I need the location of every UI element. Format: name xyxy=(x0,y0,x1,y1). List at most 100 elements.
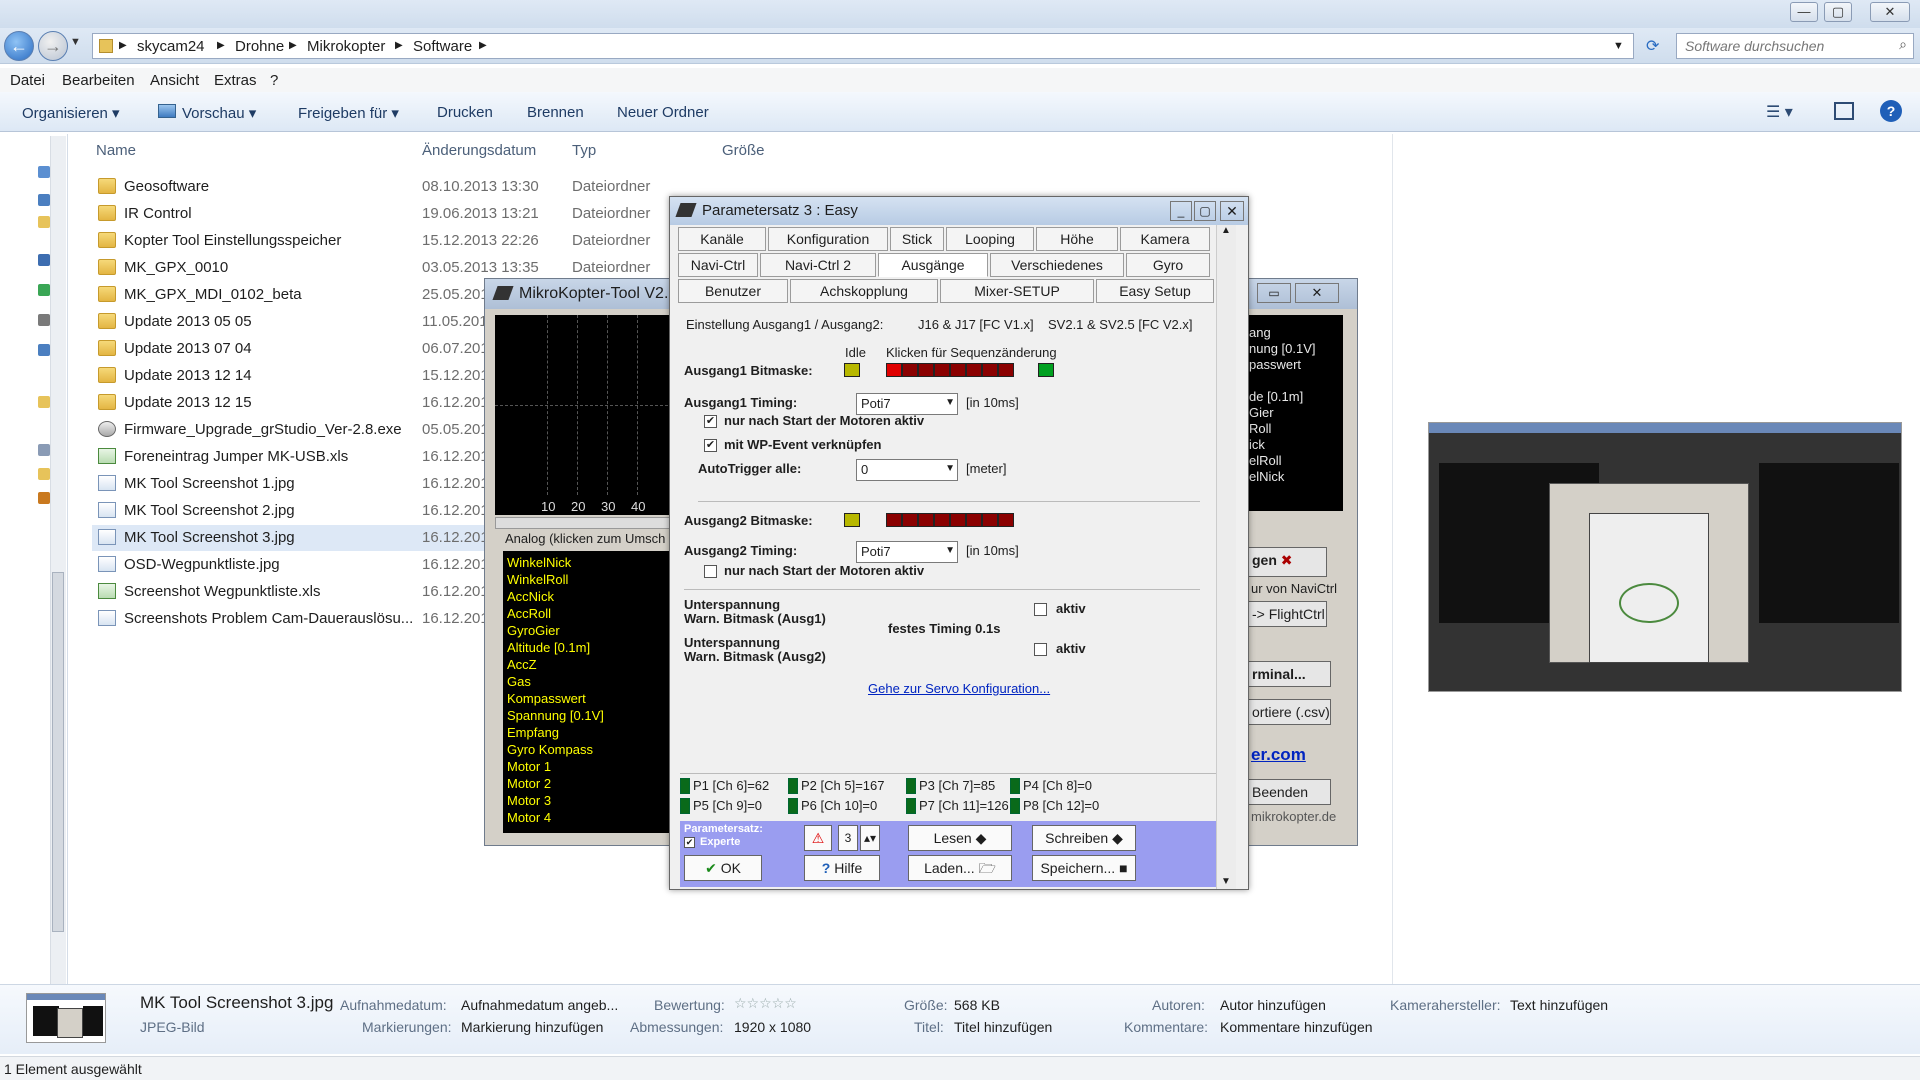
bit-led[interactable] xyxy=(918,363,934,377)
export-csv-button[interactable]: ortiere (.csv) xyxy=(1247,699,1331,725)
signal-item[interactable]: AccZ xyxy=(507,657,537,672)
nav-icon[interactable] xyxy=(38,492,50,504)
signal-item[interactable]: Roll xyxy=(1249,421,1271,436)
nav-icon[interactable] xyxy=(38,344,50,356)
minimize-button[interactable]: — xyxy=(1790,2,1818,22)
out2-bitmask[interactable] xyxy=(886,513,1020,529)
signal-item[interactable]: de [0.1m] xyxy=(1249,389,1303,404)
rating-stars[interactable]: ☆☆☆☆☆ xyxy=(734,995,797,1012)
tab-easy-setup[interactable]: Easy Setup xyxy=(1096,279,1214,303)
bit-led[interactable] xyxy=(966,513,982,527)
preview-button[interactable]: Vorschau ▾ xyxy=(182,104,256,122)
forward-button[interactable]: → xyxy=(38,31,68,61)
close-button[interactable]: ✕ xyxy=(1870,2,1910,22)
undervolt2-checkbox[interactable] xyxy=(1034,643,1047,656)
column-size[interactable]: Größe xyxy=(722,142,765,159)
organize-button[interactable]: Organisieren ▾ xyxy=(22,104,120,122)
motors-only-checkbox[interactable]: ✔ xyxy=(704,415,717,428)
menu-extras[interactable]: Extras xyxy=(214,72,257,89)
signal-item[interactable]: Motor 2 xyxy=(507,776,551,791)
nav-icon[interactable] xyxy=(38,284,50,296)
signal-item[interactable]: Empfang xyxy=(507,725,559,740)
signal-item[interactable]: elRoll xyxy=(1249,453,1282,468)
tab-mixer-setup[interactable]: Mixer-SETUP xyxy=(940,279,1094,303)
save-button[interactable]: Speichern... ■ xyxy=(1032,855,1136,881)
tab-kamera[interactable]: Kamera xyxy=(1120,227,1210,251)
wp-event-checkbox[interactable]: ✔ xyxy=(704,439,717,452)
breadcrumb-item[interactable]: skycam24 xyxy=(137,38,205,55)
chevron-down-icon[interactable]: ▼ xyxy=(1613,40,1624,52)
bit-led[interactable] xyxy=(886,513,902,527)
analog-label[interactable]: Analog (klicken zum Umsch xyxy=(505,531,665,546)
autotrigger-select[interactable]: 0 ▼ xyxy=(856,459,958,481)
tab-navi-ctrl[interactable]: Navi-Ctrl xyxy=(678,253,758,277)
signal-item[interactable]: Gyro Kompass xyxy=(507,742,593,757)
breadcrumb-item[interactable]: Mikrokopter xyxy=(307,38,385,55)
write-button[interactable]: Schreiben ◆ xyxy=(1032,825,1136,851)
nav-icon[interactable] xyxy=(38,444,50,456)
folder-icon[interactable] xyxy=(38,396,50,408)
signal-item[interactable]: WinkelRoll xyxy=(507,572,568,587)
servo-config-link[interactable]: Gehe zur Servo Konfiguration... xyxy=(868,681,1050,696)
folder-icon[interactable] xyxy=(38,468,50,480)
signal-item[interactable]: Spannung [0.1V] xyxy=(507,708,604,723)
file-row[interactable]: MK Tool Screenshot 3.jpg 16.12.201 xyxy=(92,525,489,551)
out1-timing-select[interactable]: Poti7 ▼ xyxy=(856,393,958,415)
terminal-button[interactable]: rminal... xyxy=(1247,661,1331,687)
read-button[interactable]: Lesen ◆ xyxy=(908,825,1012,851)
tab-verschiedenes[interactable]: Verschiedenes xyxy=(990,253,1124,277)
print-button[interactable]: Drucken xyxy=(437,104,493,121)
parameter-dialog[interactable]: Parametersatz 3 : Easy _ ▢ ✕ Einstellung… xyxy=(669,196,1249,890)
comments-value[interactable]: Kommentare hinzufügen xyxy=(1220,1019,1373,1035)
signal-item[interactable]: Altitude [0.1m] xyxy=(507,640,590,655)
navpane-scrollbar[interactable] xyxy=(50,136,66,984)
nav-icon[interactable] xyxy=(38,166,50,178)
quit-button[interactable]: Beenden xyxy=(1247,779,1331,805)
bit-led[interactable] xyxy=(982,363,998,377)
menu-datei[interactable]: Datei xyxy=(10,72,45,89)
bit-led[interactable] xyxy=(918,513,934,527)
signal-item[interactable]: Motor 1 xyxy=(507,759,551,774)
expert-checkbox[interactable]: ✔ xyxy=(684,837,695,848)
close-button[interactable]: ✕ xyxy=(1295,283,1339,303)
signal-item[interactable]: WinkelNick xyxy=(507,555,571,570)
scroll-up-icon[interactable]: ▲ xyxy=(1221,225,1231,236)
back-button[interactable]: ← xyxy=(4,31,34,61)
flightctrl-button[interactable]: -> FlightCtrl xyxy=(1247,601,1327,627)
folder-icon[interactable] xyxy=(38,216,50,228)
tab-kanäle[interactable]: Kanäle xyxy=(678,227,766,251)
tab-looping[interactable]: Looping xyxy=(946,227,1034,251)
title-value[interactable]: Titel hinzufügen xyxy=(954,1019,1052,1035)
preview-pane-icon[interactable] xyxy=(1834,102,1854,120)
bit-led[interactable] xyxy=(902,513,918,527)
signal-item[interactable]: ick xyxy=(1249,437,1265,452)
signal-item[interactable]: ang xyxy=(1249,325,1271,340)
right-signal-list[interactable]: ang nung [0.1V] passwert de [0.1m] Gier Roll i… xyxy=(1247,315,1343,511)
signal-item[interactable]: AccNick xyxy=(507,589,554,604)
bit-led[interactable] xyxy=(966,363,982,377)
breadcrumb-item[interactable]: Software xyxy=(413,38,472,55)
tab-benutzer[interactable]: Benutzer xyxy=(678,279,788,303)
undervolt1-checkbox[interactable] xyxy=(1034,603,1047,616)
bit-led[interactable] xyxy=(950,513,966,527)
burn-button[interactable]: Brennen xyxy=(527,104,584,121)
tab-achskopplung[interactable]: Achskopplung xyxy=(790,279,938,303)
scroll-down-icon[interactable]: ▼ xyxy=(1221,876,1231,887)
camera-value[interactable]: Text hinzufügen xyxy=(1510,997,1608,1013)
menu-ansicht[interactable]: Ansicht xyxy=(150,72,199,89)
out1-bitmask[interactable] xyxy=(886,363,1020,379)
signal-item[interactable]: passwert xyxy=(1249,357,1301,372)
maximize-button[interactable]: ▢ xyxy=(1824,2,1852,22)
signal-item[interactable]: Gier xyxy=(1249,405,1274,420)
maximize-button[interactable]: ▭ xyxy=(1257,283,1291,303)
signal-item[interactable]: elNick xyxy=(1249,469,1284,484)
breadcrumb-item[interactable]: Drohne xyxy=(235,38,284,55)
scrollbar-thumb[interactable] xyxy=(52,572,64,932)
out2-motors-only-checkbox[interactable] xyxy=(704,565,717,578)
warning-icon[interactable]: ⚠ xyxy=(804,825,832,851)
tab-höhe[interactable]: Höhe xyxy=(1036,227,1118,251)
paramset-number[interactable]: 3 xyxy=(838,825,858,851)
nav-icon[interactable] xyxy=(38,314,50,326)
maximize-button[interactable]: ▢ xyxy=(1194,201,1216,221)
param-scrollbar[interactable]: ▲ ▼ xyxy=(1216,225,1236,889)
